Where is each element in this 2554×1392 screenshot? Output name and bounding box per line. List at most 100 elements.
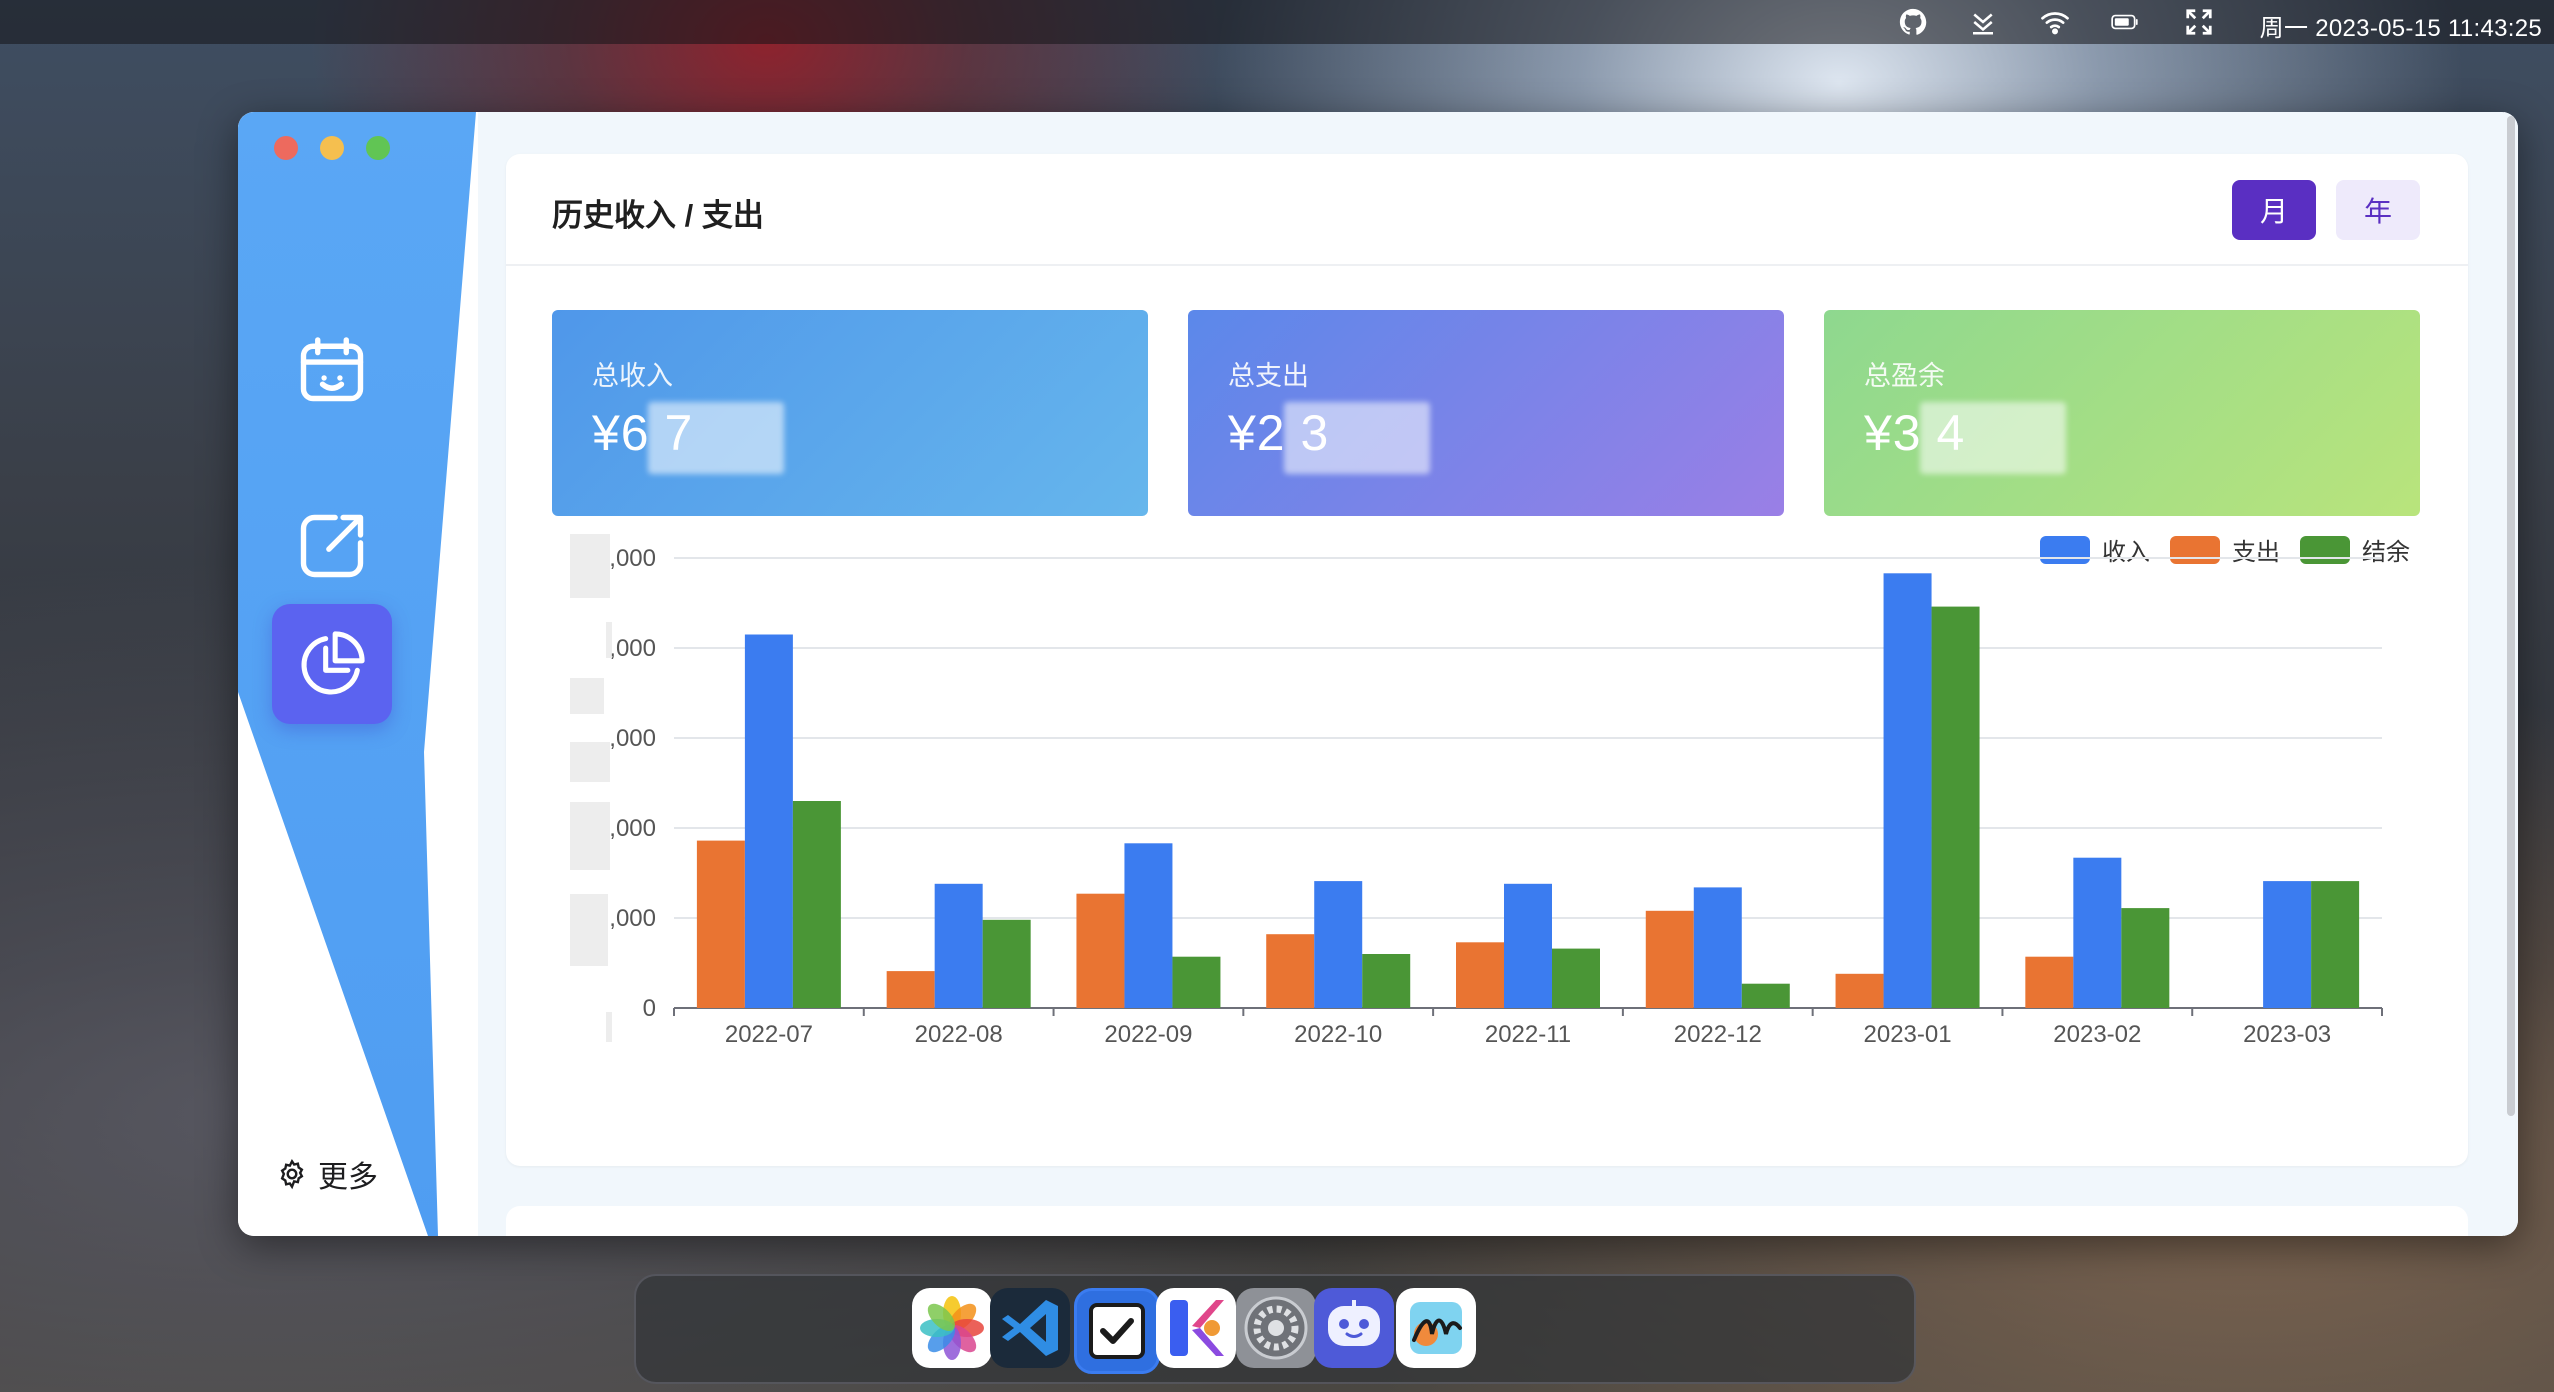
redacted-mask	[1920, 402, 2066, 474]
nav-share-button[interactable]	[272, 486, 392, 606]
bar-expense	[1456, 942, 1504, 1008]
bar-surplus	[792, 801, 841, 1008]
bar-surplus	[1552, 948, 1600, 1008]
share-icon	[300, 514, 364, 578]
x-tick-label: 2022-12	[1674, 1021, 1762, 1048]
robot-assistant-app[interactable]	[1314, 1288, 1394, 1368]
bar-income	[1124, 843, 1173, 1008]
year-toggle-button[interactable]: 年	[2336, 180, 2420, 240]
github-icon[interactable]	[1896, 6, 1930, 38]
total-income-label: 总收入	[592, 361, 673, 391]
bar-surplus	[2121, 908, 2170, 1008]
income-expense-bar-chart: ,000 ,000 ,000 ,000 ,000 0 2022-07 2022-08 2022-…	[570, 534, 2383, 1048]
freeform-app[interactable]	[1396, 1288, 1476, 1368]
bar-surplus	[2311, 881, 2360, 1008]
bar-expense	[1076, 893, 1125, 1008]
download-icon[interactable]	[1966, 6, 2000, 38]
fullscreen-icon[interactable]	[2182, 6, 2216, 38]
system-settings-app[interactable]	[1236, 1288, 1316, 1368]
kuaidou-icon	[1170, 1300, 1224, 1356]
bar-expense	[1266, 934, 1315, 1008]
dock	[634, 1274, 1916, 1384]
nav-statistics-button[interactable]	[272, 604, 392, 724]
photos-app[interactable]	[912, 1288, 992, 1368]
redacted-mask	[570, 894, 608, 966]
card-title: 历史收入 / 支出	[552, 198, 764, 233]
scrollbar[interactable]	[2504, 112, 2518, 1236]
gear-icon	[280, 1158, 304, 1190]
sidebar: 更多	[238, 112, 478, 1236]
total-surplus-card: 总盈余 ¥3 4	[1824, 310, 2420, 516]
menu-bar: 周一 2023-05-15 11:43:25	[0, 0, 2554, 44]
redacted-mask	[648, 402, 784, 474]
x-tick-label: 2022-08	[915, 1021, 1003, 1048]
x-tick-label: 2023-01	[1864, 1021, 1952, 1048]
redacted-mask	[570, 802, 610, 870]
bar-income	[1693, 887, 1742, 1008]
bar-expense	[886, 971, 935, 1008]
wifi-icon[interactable]	[2038, 6, 2072, 38]
redacted-mask	[606, 622, 612, 658]
vscode-icon	[1002, 1300, 1058, 1356]
y-tick-label: ,000	[609, 905, 656, 932]
bar-income	[1883, 573, 1932, 1008]
redacted-mask	[570, 534, 610, 598]
nav-calendar-button[interactable]	[272, 310, 392, 430]
app-window: 更多 历史收入 / 支出 月 年 总收入 ¥6 7 总支出 ¥2 3 总盈余 ¥…	[238, 112, 2518, 1236]
kuaidou-app[interactable]	[1156, 1288, 1236, 1368]
total-income-card: 总收入 ¥6 7	[552, 310, 1148, 516]
system-settings-icon	[1244, 1296, 1308, 1360]
bar-income	[744, 634, 793, 1008]
bar-expense	[696, 840, 745, 1008]
total-expense-label: 总支出	[1228, 361, 1309, 391]
more-label: 更多	[318, 1161, 378, 1194]
x-tick-label: 2022-11	[1485, 1021, 1571, 1048]
card-divider	[506, 264, 2468, 266]
bar-income	[1314, 881, 1363, 1008]
x-tick-label: 2022-10	[1294, 1021, 1382, 1048]
window-zoom-button[interactable]	[366, 136, 390, 160]
redacted-mask	[606, 1012, 612, 1042]
month-toggle-button[interactable]: 月	[2232, 180, 2316, 240]
x-tick-label: 2023-02	[2053, 1021, 2141, 1048]
freeform-icon	[1410, 1302, 1462, 1354]
redacted-mask	[1284, 402, 1430, 474]
bar-expense	[1835, 973, 1884, 1008]
y-tick-label: ,000	[609, 725, 656, 752]
total-surplus-label: 总盈余	[1864, 361, 1945, 391]
photos-icon	[920, 1296, 984, 1360]
bar-surplus	[1172, 956, 1221, 1008]
x-tick-label: 2023-03	[2243, 1021, 2331, 1048]
bar-surplus	[1362, 954, 1411, 1008]
redacted-mask	[570, 678, 604, 714]
y-tick-label: 0	[643, 995, 656, 1022]
x-tick-label: 2022-07	[725, 1021, 813, 1048]
bar-expense	[2025, 956, 2074, 1008]
bar-surplus	[1931, 606, 1980, 1008]
bar-income	[2263, 881, 2312, 1008]
calendar-icon	[300, 337, 364, 402]
bar-surplus	[982, 919, 1031, 1008]
y-tick-label: ,000	[609, 815, 656, 842]
bar-income	[934, 883, 983, 1008]
menu-bar-clock[interactable]: 周一 2023-05-15 11:43:25	[2260, 8, 2542, 43]
y-tick-label: ,000	[609, 545, 656, 572]
redacted-mask	[570, 742, 610, 782]
window-minimize-button[interactable]	[320, 136, 344, 160]
robot-assistant-icon	[1328, 1300, 1380, 1346]
more-button[interactable]: 更多	[276, 1152, 378, 1196]
todo-checkbox-icon	[1089, 1303, 1145, 1359]
battery-icon[interactable]	[2108, 6, 2142, 38]
total-expense-card: 总支出 ¥2 3	[1188, 310, 1784, 516]
scrollbar-thumb[interactable]	[2507, 116, 2515, 1116]
secondary-card	[506, 1206, 2468, 1236]
y-tick-label: ,000	[609, 635, 656, 662]
todo-app[interactable]	[1074, 1288, 1160, 1374]
bar-surplus	[1741, 983, 1790, 1008]
bar-expense	[1645, 910, 1694, 1008]
x-tick-label: 2022-09	[1104, 1021, 1192, 1048]
bar-income	[1504, 883, 1552, 1008]
vscode-app[interactable]	[990, 1288, 1070, 1368]
history-card: 历史收入 / 支出 月 年 总收入 ¥6 7 总支出 ¥2 3 总盈余 ¥3 4…	[506, 154, 2468, 1166]
window-close-button[interactable]	[274, 136, 298, 160]
